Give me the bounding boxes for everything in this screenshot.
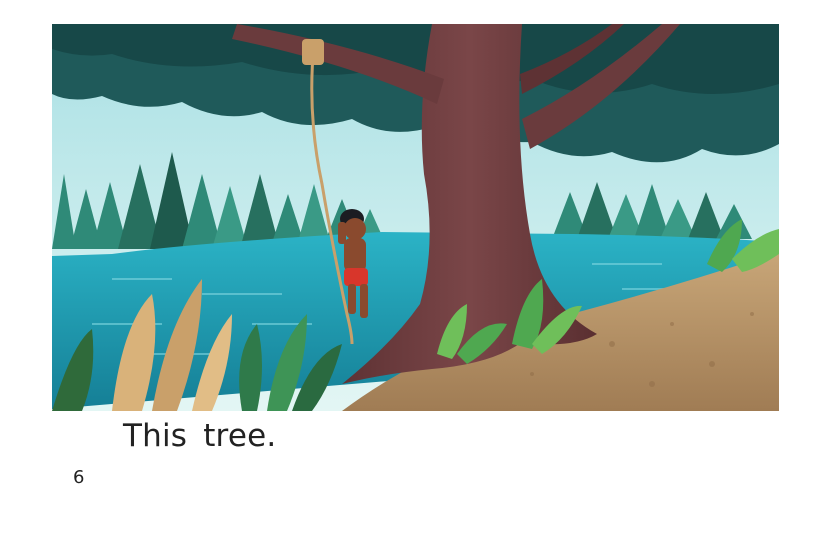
book-illustration: [52, 24, 779, 411]
story-caption: This tree.: [123, 418, 277, 454]
page-number: 6: [73, 467, 85, 488]
rope-knot: [302, 39, 324, 65]
illustration-scene: [52, 24, 779, 411]
